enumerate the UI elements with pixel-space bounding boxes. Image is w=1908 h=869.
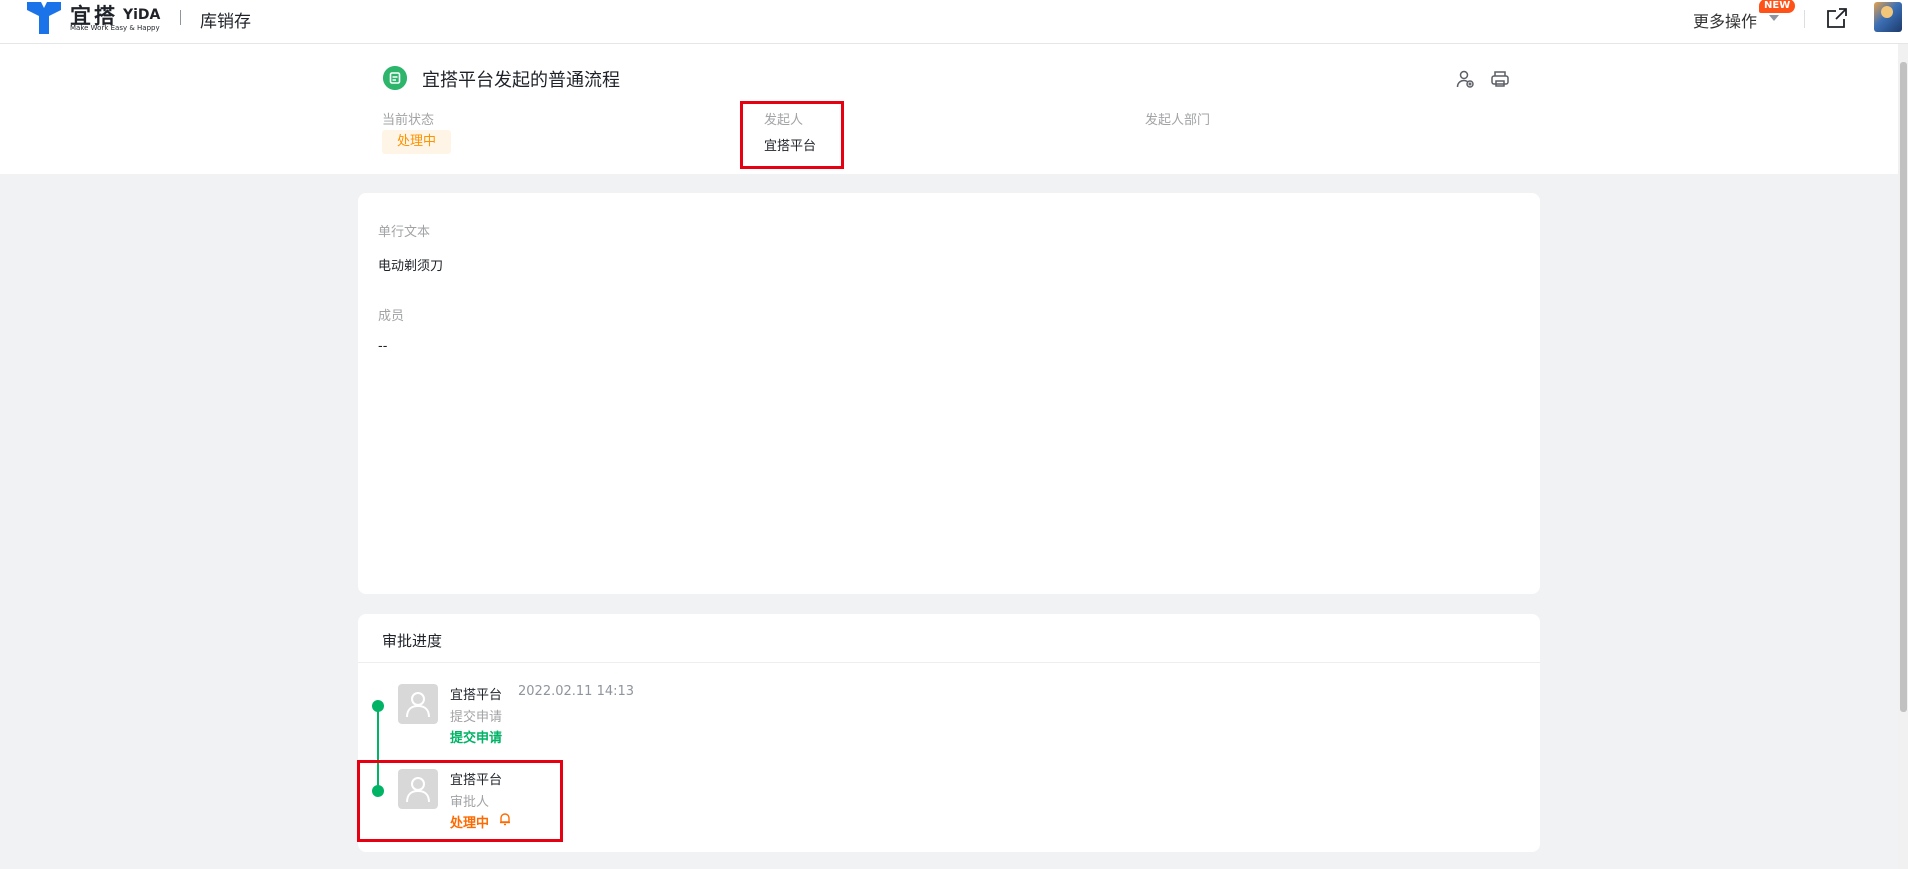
- form-card: 单行文本 电动剃须刀 成员 --: [358, 193, 1540, 594]
- field-value-text: 电动剃须刀: [378, 259, 444, 274]
- timeline-line: [377, 706, 379, 792]
- node-role: 提交申请: [450, 710, 503, 725]
- top-bar: 宜搭 YiDA Make Work Easy & Happy 库销存 更多操作 …: [0, 0, 1908, 44]
- node-avatar: [398, 769, 438, 809]
- logo-english-text: YiDA: [123, 7, 161, 23]
- approval-progress-card: 审批进度 宜搭平台 2022.02.11 14:13 提交申请 提交申请 宜搭平…: [358, 614, 1540, 852]
- user-placeholder-icon: [406, 777, 430, 803]
- node-avatar: [398, 684, 438, 724]
- more-operations-button[interactable]: 更多操作: [1693, 8, 1757, 32]
- process-header: 宜搭平台发起的普通流程 当前状态 处理中 发起人 宜搭平台 发起人部门: [0, 44, 1898, 174]
- avatar[interactable]: [1874, 2, 1902, 32]
- process-icon: [383, 66, 407, 90]
- page-title: 宜搭平台发起的普通流程: [422, 70, 620, 91]
- initiator-value: 宜搭平台: [764, 139, 817, 154]
- timeline-dot: [372, 700, 384, 712]
- approval-title: 审批进度: [382, 632, 443, 650]
- timeline-dot: [372, 785, 384, 797]
- external-link-icon[interactable]: [1825, 6, 1849, 30]
- status-badge: 处理中: [382, 130, 452, 154]
- node-time: 2022.02.11 14:13: [518, 684, 635, 699]
- initiator-dept-label: 发起人部门: [1145, 113, 1211, 128]
- node-name: 宜搭平台: [450, 773, 503, 788]
- field-value-member: --: [378, 339, 388, 354]
- approval-divider: [358, 662, 1540, 663]
- app-name[interactable]: 库销存: [200, 7, 251, 32]
- logo-slogan: Make Work Easy & Happy: [70, 24, 160, 32]
- new-badge: NEW: [1759, 0, 1796, 13]
- yida-logo-icon[interactable]: [27, 2, 61, 34]
- node-name: 宜搭平台: [450, 688, 503, 703]
- topbar-divider: [1804, 10, 1805, 28]
- node-result: 处理中: [450, 816, 490, 831]
- node-role: 审批人: [450, 795, 490, 810]
- field-label-member: 成员: [378, 309, 405, 324]
- status-label: 当前状态: [382, 113, 435, 128]
- logo-divider: [180, 10, 181, 25]
- node-result: 提交申请: [450, 731, 503, 746]
- bell-remind-icon[interactable]: [498, 812, 512, 826]
- add-user-icon[interactable]: [1455, 69, 1475, 89]
- user-placeholder-icon: [406, 692, 430, 718]
- chevron-down-icon[interactable]: [1769, 15, 1779, 21]
- field-label-text: 单行文本: [378, 225, 431, 240]
- print-icon[interactable]: [1490, 69, 1510, 89]
- initiator-label: 发起人: [764, 113, 804, 128]
- scrollbar-thumb[interactable]: [1900, 62, 1907, 712]
